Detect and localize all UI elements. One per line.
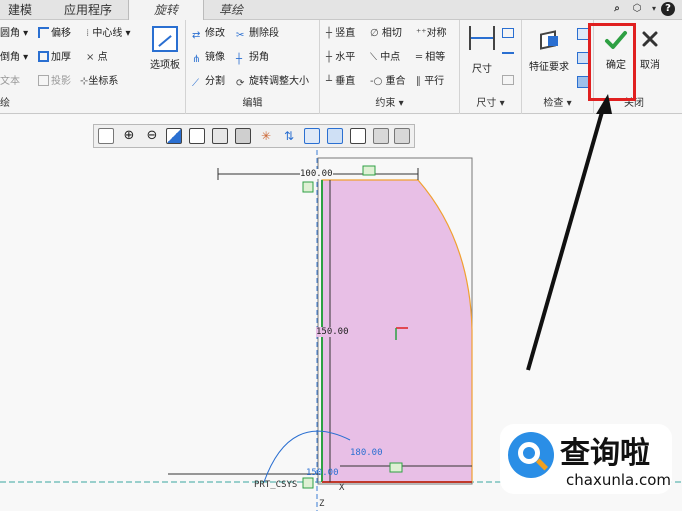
dim-bottom-value[interactable]: 180.00 <box>350 448 383 458</box>
z-axis-label: Z <box>319 499 325 509</box>
watermark-logo-icon <box>508 432 554 478</box>
watermark-title: 查询啦 <box>560 436 650 471</box>
dim-bottom-left-value[interactable]: 150.00 <box>306 468 339 478</box>
x-axis-label: X <box>339 483 345 493</box>
dim-height-value[interactable]: 150.00 <box>316 327 349 337</box>
watermark-url: chaxunla.com <box>566 471 671 489</box>
creo-window: { "tabs": [ {"label":"建模"}, {"label":"应用… <box>0 0 682 511</box>
pointer-arrow <box>526 104 606 371</box>
dim-top-value[interactable]: 100.00 <box>300 169 333 179</box>
csys-label: PRT_CSYS <box>254 480 298 490</box>
watermark: 查询啦 chaxunla.com <box>500 424 672 494</box>
